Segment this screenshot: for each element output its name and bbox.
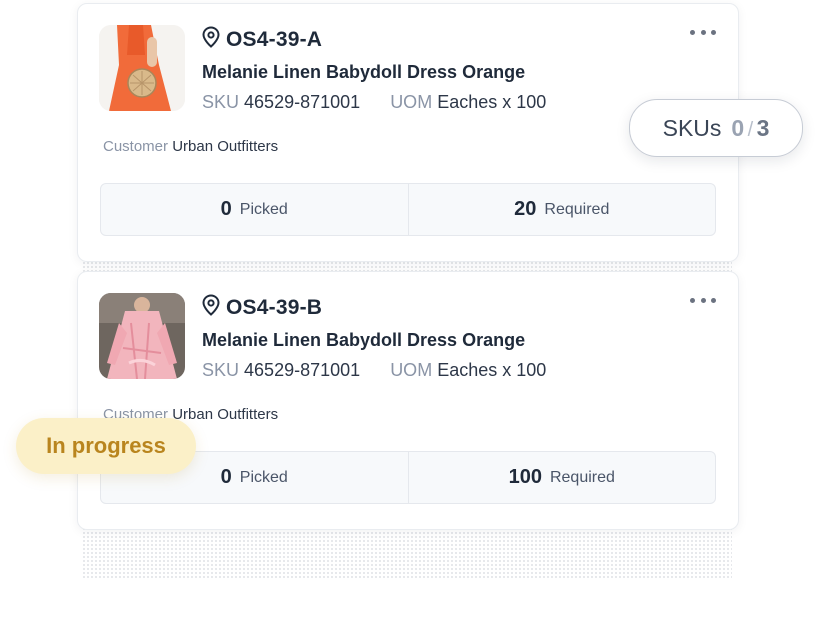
status-badge: In progress xyxy=(16,418,196,474)
card-bottom-shadow xyxy=(82,527,732,579)
picked-label: Picked xyxy=(239,200,288,218)
location-code: OS4-39-A xyxy=(226,27,323,51)
uom-value: Eaches x 100 xyxy=(437,360,547,380)
picked-label: Picked xyxy=(239,468,288,486)
required-count: 20 xyxy=(514,198,537,220)
bin-location: OS4-39-A xyxy=(202,26,322,53)
sku-label: SKU xyxy=(202,92,240,112)
picked-count: 0 xyxy=(220,466,232,488)
product-meta: SKU 46529-871001 UOM Eaches x 100 xyxy=(202,360,546,381)
uom-value: Eaches x 100 xyxy=(437,92,547,112)
more-horizontal-icon xyxy=(690,29,695,35)
required-count-cell: 20 Required xyxy=(407,184,716,235)
sku-progress-pill: SKUs 0 / 3 xyxy=(629,99,803,157)
more-options-button[interactable] xyxy=(690,294,716,306)
uom-label: UOM xyxy=(390,360,433,380)
product-name: Melanie Linen Babydoll Dress Orange xyxy=(202,62,526,82)
pick-counts: 0 Picked 20 Required xyxy=(100,183,716,236)
required-label: Required xyxy=(549,468,615,486)
sku-value: 46529-871001 xyxy=(244,360,361,380)
map-pin-icon xyxy=(202,294,220,321)
product-meta: SKU 46529-871001 UOM Eaches x 100 xyxy=(202,92,546,113)
sku-progress-separator: / xyxy=(747,118,754,141)
sku-value: 46529-871001 xyxy=(244,92,361,112)
pick-task-card[interactable]: OS4-39-B Melanie Linen Babydoll Dress Or… xyxy=(77,271,739,530)
uom-label: UOM xyxy=(390,92,433,112)
map-pin-icon xyxy=(202,26,220,53)
picked-count-cell: 0 Picked xyxy=(101,184,408,235)
product-name: Melanie Linen Babydoll Dress Orange xyxy=(202,330,526,350)
sku-label: SKU xyxy=(202,360,240,380)
customer-info: Customer Urban Outfitters xyxy=(103,138,278,155)
bin-location: OS4-39-B xyxy=(202,294,322,321)
customer-value: Urban Outfitters xyxy=(172,138,279,155)
required-label: Required xyxy=(544,200,610,218)
location-code: OS4-39-B xyxy=(226,295,323,319)
more-horizontal-icon xyxy=(690,297,695,303)
required-count-cell: 100 Required xyxy=(407,452,716,503)
required-count: 100 xyxy=(508,466,542,488)
sku-progress-total: 3 xyxy=(756,114,770,141)
customer-label: Customer xyxy=(103,138,169,155)
more-options-button[interactable] xyxy=(690,26,716,38)
product-image xyxy=(99,25,185,111)
sku-progress-count: 0 / 3 xyxy=(731,115,769,142)
sku-progress-done: 0 xyxy=(731,114,745,141)
sku-progress-label: SKUs xyxy=(662,114,722,141)
product-image xyxy=(99,293,185,379)
picked-count: 0 xyxy=(220,198,232,220)
customer-value: Urban Outfitters xyxy=(172,406,279,423)
